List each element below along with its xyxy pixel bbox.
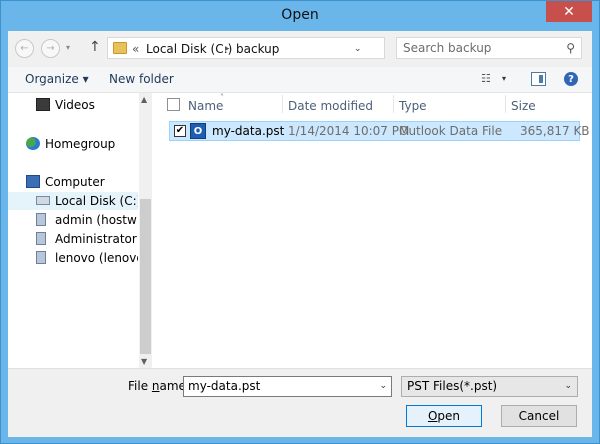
column-header-row: ˄ Name Date modified Type Size [159,93,592,115]
up-arrow-icon[interactable]: ↑ [89,39,101,55]
file-name-label-accesskey: n [151,379,160,393]
window-title: Open [281,7,319,23]
dialog-footer: File name: ⌄ PST Files(*.pst) ⌄ Open Can… [8,368,592,437]
views-icon[interactable]: ☷ [481,72,495,85]
scroll-down-icon[interactable]: ▼ [141,357,147,366]
help-icon[interactable]: ? [564,72,578,86]
back-button[interactable]: ← [15,39,34,58]
address-row: ← → ▾ ↑ « Local Disk (C:) ▸ backup ⌄ ↻ ⚲ [8,31,592,67]
file-size: 365,817 KB [520,124,590,138]
select-all-checkbox[interactable] [167,98,180,111]
nav-item-admin[interactable]: admin (hostwin8 [8,211,138,229]
folder-icon [113,42,127,54]
breadcrumb-local-disk[interactable]: Local Disk (C:) [146,42,232,56]
nav-item-homegroup[interactable]: Homegroup [8,135,138,153]
chevron-down-icon[interactable]: ⌄ [354,44,362,54]
file-name-label-part: File [128,379,152,393]
homegroup-icon [26,137,40,150]
column-header-type[interactable]: Type [399,99,427,113]
search-icon[interactable]: ⚲ [566,41,575,55]
video-icon [36,98,50,111]
file-name-combobox[interactable]: ⌄ [183,376,392,397]
file-name: my-data.pst [212,124,285,138]
column-divider[interactable] [505,95,506,113]
address-bar[interactable]: « Local Disk (C:) ▸ backup ⌄ ↻ [107,37,480,59]
nav-item-videos[interactable]: Videos [8,96,138,114]
nav-item-label: Computer [45,175,105,189]
close-icon: ✕ [563,3,575,20]
computer-icon [26,175,40,188]
forward-button[interactable]: → [41,39,60,58]
back-arrow-icon: ← [20,43,29,54]
network-drive-icon [36,213,46,226]
column-divider[interactable] [282,95,283,113]
nav-item-administrator[interactable]: Administrator (ra [8,230,138,248]
preview-pane-icon[interactable] [531,72,546,86]
nav-item-local-disk[interactable]: Local Disk (C:) [8,192,138,210]
nav-item-label: lenovo (lenovo-p [55,251,138,265]
open-button[interactable]: Open [406,405,482,427]
breadcrumb-overflow[interactable]: « [132,42,139,56]
file-name-input[interactable] [188,379,368,393]
file-type-value: PST Files(*.pst) [407,379,498,393]
cancel-button[interactable]: Cancel [501,405,577,427]
nav-item-label: Homegroup [45,137,116,151]
command-toolbar: Organize ▾ New folder ☷ ▾ ? [8,67,592,93]
close-button[interactable]: ✕ [546,1,592,22]
column-header-date-modified[interactable]: Date modified [288,99,373,113]
column-header-name[interactable]: Name [188,99,223,113]
open-button-accesskey: O [427,409,438,423]
open-dialog: Open ✕ ← → ▾ ↑ « Local Disk (C:) ▸ backu… [0,0,600,444]
file-date-modified: 1/14/2014 10:07 PM [288,124,410,138]
search-box[interactable]: ⚲ [396,37,582,59]
search-input[interactable] [403,41,553,55]
new-folder-button[interactable]: New folder [109,72,174,86]
chevron-right-icon[interactable]: ▸ [225,44,230,54]
file-list: ˄ Name Date modified Type Size ✔ O my-da… [159,93,592,368]
navigation-scrollbar[interactable]: ▲ ▼ [139,93,152,368]
nav-item-label: Local Disk (C:) [55,194,138,208]
nav-item-label: Administrator (ra [55,232,138,246]
network-drive-icon [36,251,46,264]
chevron-down-icon[interactable]: ⌄ [564,381,572,391]
nav-item-label: Videos [55,98,95,112]
recent-locations-dropdown-icon[interactable]: ▾ [66,43,70,52]
drive-icon [36,196,50,205]
navigation-pane: Videos Homegroup Computer Local Disk (C:… [8,93,152,368]
nav-item-label: admin (hostwin8 [55,213,138,227]
file-row[interactable]: ✔ O my-data.pst 1/14/2014 10:07 PM Outlo… [169,121,590,141]
breadcrumb-backup[interactable]: backup [236,42,279,56]
scrollbar-thumb[interactable] [140,199,151,354]
open-button-label: pen [437,409,461,423]
file-name-label: File name: [128,379,190,393]
outlook-file-icon: O [190,123,206,139]
views-dropdown-icon[interactable]: ▾ [502,74,506,83]
title-bar: Open ✕ [1,1,599,31]
dialog-client: ← → ▾ ↑ « Local Disk (C:) ▸ backup ⌄ ↻ ⚲ [8,31,592,437]
nav-item-computer[interactable]: Computer [8,173,138,191]
column-header-size[interactable]: Size [511,99,536,113]
network-drive-icon [36,232,46,245]
file-type-select[interactable]: PST Files(*.pst) ⌄ [401,376,578,397]
forward-arrow-icon: → [46,43,55,54]
nav-item-lenovo[interactable]: lenovo (lenovo-p [8,249,138,267]
organize-menu[interactable]: Organize ▾ [25,72,89,86]
column-divider[interactable] [393,95,394,113]
chevron-down-icon[interactable]: ⌄ [379,381,387,391]
scroll-up-icon[interactable]: ▲ [141,95,147,104]
row-checkbox[interactable]: ✔ [174,125,186,137]
file-type: Outlook Data File [399,124,503,138]
